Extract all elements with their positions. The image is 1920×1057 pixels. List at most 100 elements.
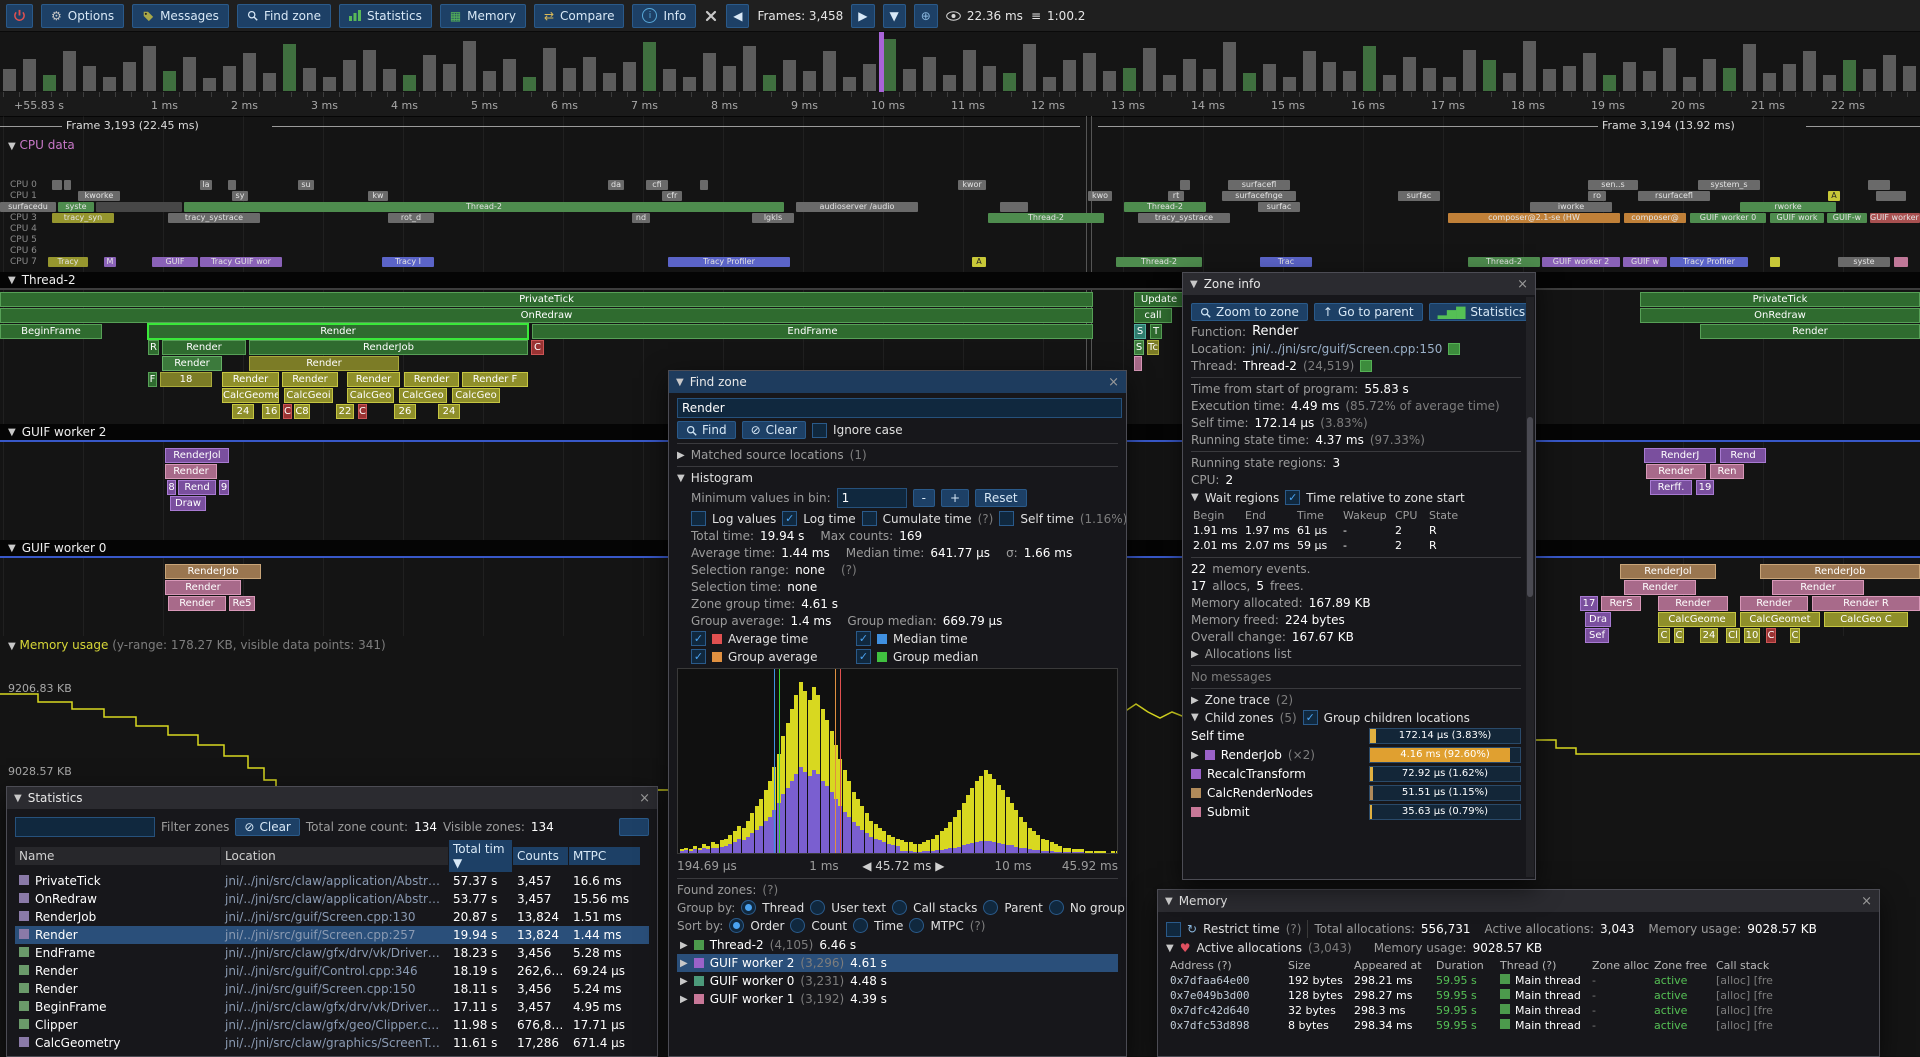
cpu-zone[interactable]: iworke: [1530, 202, 1612, 212]
cpu-zone[interactable]: su: [298, 180, 314, 190]
wait-col-header[interactable]: Wakeup: [1341, 508, 1393, 523]
group-by-radio-thread[interactable]: [741, 900, 756, 915]
memory-col-header-address[interactable]: Address (?): [1166, 958, 1284, 973]
timeline-zone[interactable]: Update: [1134, 292, 1184, 307]
stats-table-row[interactable]: Renderjni/../jni/src/guif/Screen.cpp:150…: [15, 980, 649, 998]
timeline-zone[interactable]: call: [1134, 308, 1172, 323]
cpu-zone[interactable]: Tracy I: [382, 257, 434, 267]
wait-col-header[interactable]: End: [1243, 508, 1295, 523]
timeline-zone[interactable]: RenderJol: [165, 448, 229, 463]
histogram-section-header[interactable]: ▼ Histogram: [677, 471, 1118, 485]
cpu-zone[interactable]: [52, 180, 62, 190]
timeline-zone[interactable]: S: [1134, 340, 1144, 355]
stats-table-row[interactable]: EndFramejni/../jni/src/claw/gfx/drv/vk/D…: [15, 944, 649, 962]
zone-info-titlebar[interactable]: ▼ Zone info ×: [1183, 273, 1535, 295]
timeline-zone[interactable]: 8: [167, 480, 176, 495]
close-icon[interactable]: ×: [1108, 375, 1119, 390]
timeline-zone[interactable]: Ren: [1710, 464, 1744, 479]
cpu-zone[interactable]: GUIF worker 2: [1870, 213, 1920, 223]
tools-icon[interactable]: [704, 9, 718, 23]
memory-allocation-row[interactable]: 0x7dfc53d8988 bytes298.34 ms59.95 sMain …: [1166, 1018, 1871, 1033]
group-average-checkbox[interactable]: ✓: [691, 649, 706, 664]
toolbar-memory-button[interactable]: ▦Memory: [440, 4, 526, 28]
cpu-zone[interactable]: composer@: [1624, 213, 1686, 223]
timeline-zone[interactable]: 18: [160, 372, 212, 387]
toolbar-statistics-button[interactable]: Statistics: [339, 4, 432, 28]
stats-table-row[interactable]: BeginFramejni/../jni/src/claw/gfx/drv/vk…: [15, 998, 649, 1016]
cpu-zone[interactable]: [700, 180, 708, 190]
find-zone-histogram[interactable]: [677, 668, 1118, 854]
cpu-zone[interactable]: sy: [232, 191, 248, 201]
cpu-zone[interactable]: [1894, 257, 1908, 267]
timeline-zone[interactable]: Rerff.: [1650, 480, 1692, 495]
cpu-zone[interactable]: rworke: [1740, 202, 1836, 212]
memory-allocation-row[interactable]: 0x7dfaa64e00192 bytes298.21 ms59.95 sMai…: [1166, 973, 1871, 988]
cpu-zone[interactable]: Tracy: [48, 257, 88, 267]
timeline-zone[interactable]: Render: [222, 372, 279, 387]
timeline-zone[interactable]: CalcGeo: [399, 388, 447, 403]
found-zone-group[interactable]: ▶GUIF worker 0(3,231)4.48 s: [677, 972, 1118, 990]
allocations-list[interactable]: ▶Allocations list: [1191, 647, 1521, 661]
cpu-zone[interactable]: kwor: [958, 180, 986, 190]
frame-bar[interactable]: Frame 3,193 (22.45 ms) Frame 3,194 (13.9…: [0, 116, 1920, 136]
timeline-zone[interactable]: RenderJol: [1620, 564, 1716, 579]
memory-allocation-row[interactable]: 0x7dfc42d64032 bytes298.3 ms59.95 sMain …: [1166, 1003, 1871, 1018]
cpu-zone[interactable]: [96, 202, 182, 212]
find-zone-search-input[interactable]: [677, 398, 1122, 418]
timeline-zone[interactable]: Render: [165, 580, 241, 595]
toolbar-messages-button[interactable]: Messages: [132, 4, 229, 28]
memory-col-header-duration[interactable]: Duration: [1432, 958, 1496, 973]
child-zone-row[interactable]: Submit35.63 μs (0.79%): [1191, 804, 1521, 820]
timeline-zone[interactable]: CalcGeomet: [1740, 612, 1820, 627]
cpu-zone[interactable]: syste: [58, 202, 94, 212]
stats-table-row[interactable]: Renderjni/../jni/src/guif/Control.cpp:34…: [15, 962, 649, 980]
memory-col-header-call-stack[interactable]: Call stack: [1712, 958, 1842, 973]
statistics-titlebar[interactable]: ▼ Statistics ×: [7, 787, 657, 809]
timeline-zone[interactable]: 10: [1744, 628, 1760, 643]
timeline-zone[interactable]: Render: [1624, 580, 1696, 595]
cpu-zone[interactable]: surfacefnge: [1222, 191, 1296, 201]
timeline-zone[interactable]: BeginFrame: [0, 324, 102, 339]
cpu-zone[interactable]: Tracy Profiler: [668, 257, 790, 267]
timeline-zone[interactable]: 9: [219, 480, 229, 495]
cpu-zone[interactable]: Thread-2: [1116, 257, 1202, 267]
matched-source-locations[interactable]: ▶ Matched source locations (1): [677, 448, 1118, 462]
time-relative-checkbox[interactable]: ✓: [1285, 490, 1300, 505]
timeline-zone[interactable]: CalcGeo C: [1824, 612, 1908, 627]
stats-col-header-name[interactable]: Name: [15, 847, 221, 865]
timeline-zone[interactable]: C: [1658, 628, 1670, 643]
timeline-zone[interactable]: CalcGeome: [1658, 612, 1736, 627]
frame-dropdown-button[interactable]: ▼: [883, 4, 906, 28]
timeline-zone[interactable]: CalcGeo: [347, 388, 394, 403]
cpu-zone[interactable]: ro: [1588, 191, 1606, 201]
group-by-radio-call-stacks[interactable]: [892, 900, 907, 915]
cpu-zone[interactable]: [64, 180, 71, 190]
timeline-zone[interactable]: C8: [294, 404, 310, 419]
found-zone-group[interactable]: ▶GUIF worker 2(3,296)4.61 s: [677, 954, 1118, 972]
median-time-checkbox[interactable]: ✓: [856, 631, 871, 646]
timeline-zone[interactable]: Render: [1740, 596, 1808, 611]
stats-table-row[interactable]: OnRedrawjni/../jni/src/claw/application/…: [15, 890, 649, 908]
timeline-zone[interactable]: RenderJ: [1644, 448, 1716, 463]
timeline-zone[interactable]: Dra: [1585, 612, 1611, 627]
cpu-zone[interactable]: kw: [368, 191, 388, 201]
min-bin-increase-button[interactable]: +: [941, 489, 969, 507]
toolbar-options-button[interactable]: ⚙Options: [41, 4, 124, 28]
scrollbar-thumb[interactable]: [1527, 417, 1533, 597]
cpu-zone[interactable]: surfacedu: [0, 202, 56, 212]
cpu-zone[interactable]: composer@2.1-se (HW: [1448, 213, 1620, 223]
timeline-zone[interactable]: RerS: [1601, 596, 1641, 611]
prev-frame-button[interactable]: ◀: [726, 4, 749, 28]
timeline-zone[interactable]: Rend: [178, 480, 216, 495]
cpu-zone[interactable]: surfac: [1258, 202, 1300, 212]
zone-trace-header[interactable]: ▶Zone trace(2): [1191, 693, 1521, 707]
memory-table-header[interactable]: Address (?)SizeAppeared atDurationThread…: [1166, 958, 1871, 973]
clear-button[interactable]: ⊘Clear: [742, 421, 806, 439]
cpu-zone[interactable]: GUIF work: [1770, 213, 1824, 223]
timeline-zone[interactable]: Render: [404, 372, 459, 387]
cpu-zone[interactable]: GUIF: [152, 257, 198, 267]
timeline-zone[interactable]: Render: [148, 324, 528, 339]
cpu-zone[interactable]: syste: [1838, 257, 1890, 267]
goto-frame-button[interactable]: ⊕: [914, 4, 938, 28]
timeline-zone[interactable]: Rend: [1720, 448, 1766, 463]
